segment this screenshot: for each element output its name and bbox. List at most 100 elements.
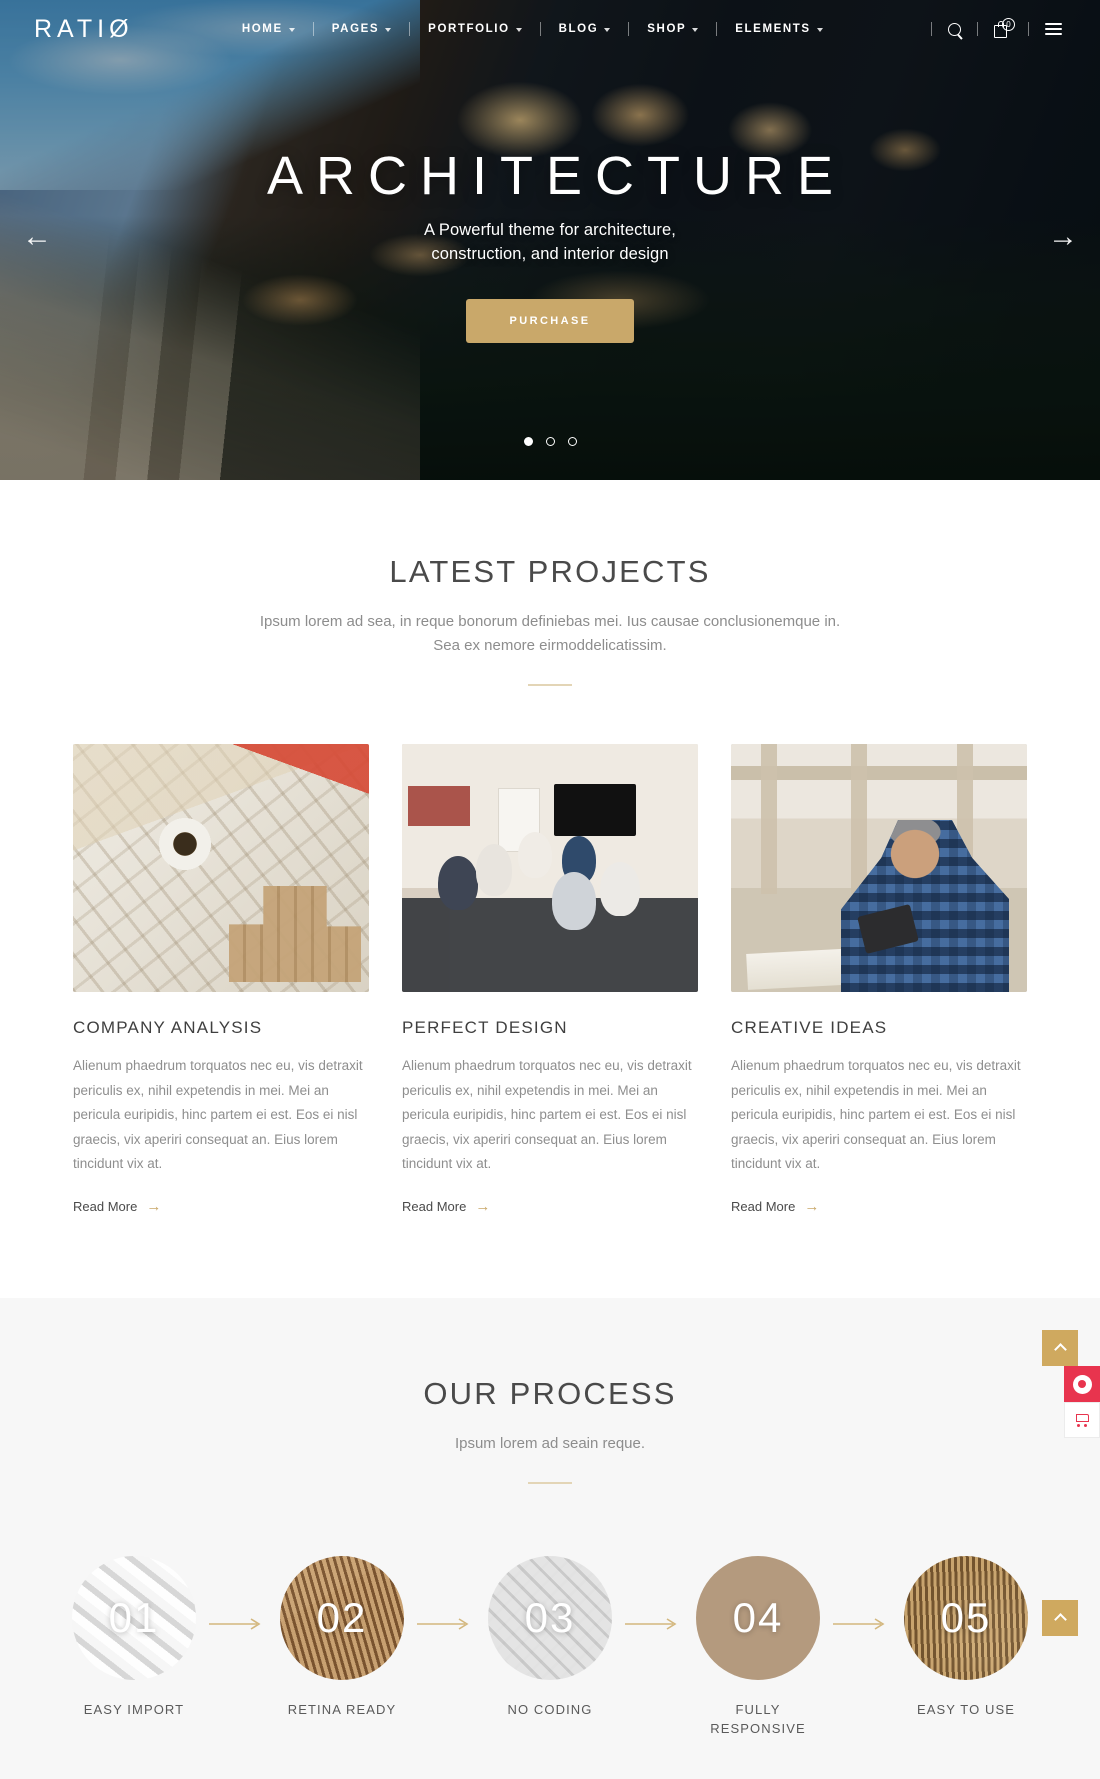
process-step-number: 03 xyxy=(524,1593,576,1641)
process-step-circle: 03 xyxy=(488,1555,612,1680)
chevron-down-icon xyxy=(385,28,392,32)
project-card-title: CREATIVE IDEAS xyxy=(731,1018,888,1037)
hero-subtitle-line-2: construction, and interior design xyxy=(431,244,669,263)
section-title: LATEST PROJECTS xyxy=(389,554,711,589)
slider-dot-1[interactable] xyxy=(523,437,533,446)
process-step-label: NO CODING xyxy=(507,1701,593,1717)
slider-dot-3[interactable] xyxy=(567,437,577,446)
project-thumbnail[interactable] xyxy=(402,744,698,992)
process-step[interactable]: 04 FULLY RESPONSIVE xyxy=(690,1555,826,1739)
process-step-circle: 02 xyxy=(280,1555,404,1680)
chevron-down-icon xyxy=(604,28,611,32)
nav-item-elements[interactable]: ELEMENTS xyxy=(717,23,840,35)
nav-item-label: BLOG xyxy=(558,23,599,35)
arrow-right-icon: → xyxy=(475,1197,491,1215)
latest-projects-header: LATEST PROJECTS Ipsum lorem ad sea, in r… xyxy=(0,554,1100,686)
process-step-number: 02 xyxy=(316,1593,368,1641)
project-thumbnail[interactable] xyxy=(73,744,369,992)
process-step-circle: 01 xyxy=(72,1555,196,1680)
slider-next-button[interactable]: → xyxy=(1048,222,1078,252)
section-subtitle-line-1: Ipsum lorem ad sea, in reque bonorum def… xyxy=(259,613,821,630)
floating-widget-group xyxy=(1042,1330,1100,1438)
hero-content: ARCHITECTURE A Powerful theme for archit… xyxy=(0,148,1100,343)
process-arrow-icon xyxy=(202,1618,274,1630)
purchase-button[interactable]: PURCHASE xyxy=(465,298,635,343)
main-navigation: HOME PAGES PORTFOLIO BLOG SHOP ELEMENTS xyxy=(134,22,931,36)
nav-item-label: HOME xyxy=(241,23,283,35)
read-more-link[interactable]: Read More → xyxy=(731,1199,819,1214)
hero-subtitle: A Powerful theme for architecture, const… xyxy=(0,219,1100,267)
read-more-label: Read More xyxy=(731,1198,796,1214)
team-meeting-image xyxy=(402,744,698,992)
process-step-number: 01 xyxy=(108,1593,160,1641)
process-step-circle: 05 xyxy=(904,1555,1028,1680)
process-step-number: 05 xyxy=(940,1593,992,1641)
cart-icon: 0 xyxy=(994,18,1015,38)
project-card-text: Alienum phaedrum torquatos nec eu, vis d… xyxy=(731,1058,1021,1172)
latest-projects-section: LATEST PROJECTS Ipsum lorem ad sea, in r… xyxy=(0,480,1100,1298)
project-card-text: Alienum phaedrum torquatos nec eu, vis d… xyxy=(402,1058,692,1172)
project-card-title: COMPANY ANALYSIS xyxy=(73,1018,263,1037)
menu-toggle-button[interactable] xyxy=(1029,22,1078,36)
arrow-right-icon: → xyxy=(146,1197,162,1215)
arrow-right-icon: → xyxy=(804,1197,820,1215)
project-card[interactable]: COMPANY ANALYSIS Alienum phaedrum torqua… xyxy=(73,744,369,1216)
project-thumbnail[interactable] xyxy=(731,744,1027,992)
nav-item-portfolio[interactable]: PORTFOLIO xyxy=(410,23,539,35)
nav-item-shop[interactable]: SHOP xyxy=(629,23,716,35)
chevron-up-icon xyxy=(1053,1613,1067,1626)
hamburger-icon xyxy=(1045,22,1062,36)
purchase-badge-button[interactable] xyxy=(1064,1366,1100,1402)
process-step-label: EASY TO USE xyxy=(916,1701,1016,1717)
search-button[interactable] xyxy=(932,22,977,36)
nav-item-home[interactable]: HOME xyxy=(224,23,313,35)
hero-title: ARCHITECTURE xyxy=(266,146,846,206)
header-tools: 0 xyxy=(931,18,1078,38)
process-step-label: EASY IMPORT xyxy=(83,1701,185,1717)
process-arrow-icon xyxy=(618,1618,690,1630)
man-with-tablet-image xyxy=(731,744,1027,992)
site-logo[interactable]: RATIØ xyxy=(34,15,134,44)
hero-subtitle-line-1: A Powerful theme for architecture, xyxy=(424,220,676,239)
project-card-text: Alienum phaedrum torquatos nec eu, vis d… xyxy=(73,1058,363,1172)
process-step[interactable]: 03 NO CODING xyxy=(482,1555,618,1720)
project-card[interactable]: PERFECT DESIGN Alienum phaedrum torquato… xyxy=(402,744,698,1216)
nav-item-label: SHOP xyxy=(647,23,687,35)
search-icon xyxy=(948,22,961,36)
process-step-label: FULLY RESPONSIVE xyxy=(710,1701,806,1737)
section-title: OUR PROCESS xyxy=(423,1375,677,1411)
section-subtitle: Ipsum lorem ad seain reque. xyxy=(454,1434,646,1452)
section-divider xyxy=(528,1481,572,1484)
process-step[interactable]: 02 RETINA READY xyxy=(274,1555,410,1720)
chevron-down-icon xyxy=(515,28,522,32)
section-subtitle: Ipsum lorem ad sea, in reque bonorum def… xyxy=(250,610,850,658)
our-process-header: OUR PROCESS Ipsum lorem ad seain reque. xyxy=(0,1376,1100,1484)
blueprint-desk-image xyxy=(73,744,369,992)
scroll-to-top-button-bottom[interactable] xyxy=(1042,1600,1078,1636)
slider-dot-2[interactable] xyxy=(545,437,555,446)
nav-item-pages[interactable]: PAGES xyxy=(314,23,409,35)
nav-item-blog[interactable]: BLOG xyxy=(541,23,629,35)
read-more-label: Read More xyxy=(402,1198,467,1214)
slider-prev-button[interactable]: ← xyxy=(22,222,52,252)
scroll-to-top-button[interactable] xyxy=(1042,1330,1078,1366)
process-step[interactable]: 01 EASY IMPORT xyxy=(66,1555,202,1720)
slider-pagination xyxy=(0,437,1100,446)
cart-button[interactable]: 0 xyxy=(978,18,1028,38)
purchase-badge-icon xyxy=(1072,1374,1092,1394)
process-arrow-icon xyxy=(826,1618,898,1630)
chevron-down-icon xyxy=(816,28,823,32)
read-more-link[interactable]: Read More → xyxy=(73,1199,161,1214)
project-card-list: COMPANY ANALYSIS Alienum phaedrum torqua… xyxy=(0,744,1100,1216)
cart-count-badge: 0 xyxy=(1002,18,1015,31)
process-step-number: 04 xyxy=(732,1593,784,1641)
floating-cart-button[interactable] xyxy=(1064,1402,1100,1438)
read-more-link[interactable]: Read More → xyxy=(402,1199,490,1214)
process-step[interactable]: 05 EASY TO USE xyxy=(898,1555,1034,1720)
chevron-down-icon xyxy=(692,28,699,32)
site-header: RATIØ HOME PAGES PORTFOLIO BLOG SHOP ELE… xyxy=(0,0,1100,58)
section-divider xyxy=(528,684,572,686)
project-card-title: PERFECT DESIGN xyxy=(402,1018,568,1037)
hero-slider: RATIØ HOME PAGES PORTFOLIO BLOG SHOP ELE… xyxy=(0,0,1100,480)
project-card[interactable]: CREATIVE IDEAS Alienum phaedrum torquato… xyxy=(731,744,1027,1216)
